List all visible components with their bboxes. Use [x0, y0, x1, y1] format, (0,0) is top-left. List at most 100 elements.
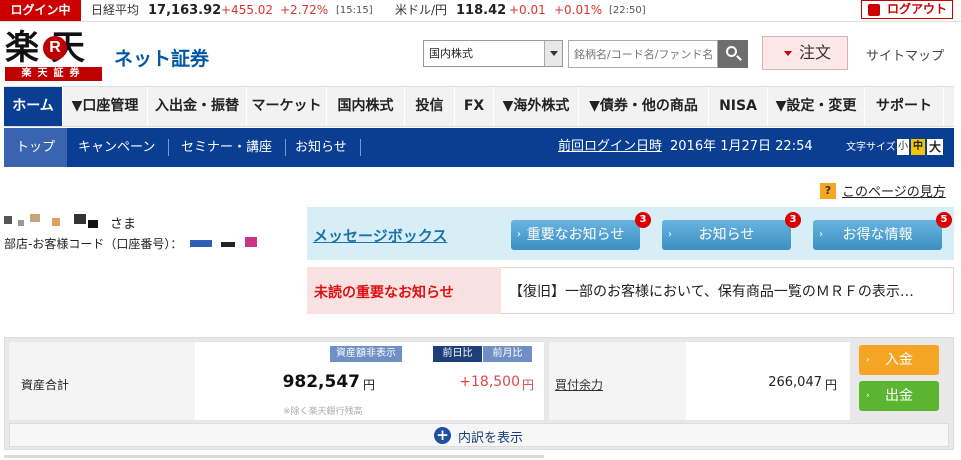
usdjpy-time: [22:50] [609, 5, 646, 16]
asset-total-unit: 円 [363, 378, 376, 392]
plus-circle-icon: + [434, 427, 451, 444]
rakuten-logo[interactable]: 楽 天 R 楽天証券 [5, 31, 103, 81]
user-honorific: さま [110, 217, 137, 232]
search-input[interactable] [568, 40, 718, 68]
mosaic-block [30, 214, 40, 222]
nav-domestic-stock[interactable]: 国内株式 [327, 87, 405, 126]
logo-subtitle: 楽天証券 [5, 67, 102, 81]
search-button[interactable] [718, 40, 748, 68]
unread-important-box: 未読の重要なお知らせ [307, 267, 501, 314]
font-size-large-button[interactable]: 大 [927, 139, 943, 155]
important-notice-label: 重要なお知らせ [526, 227, 625, 243]
nav-market[interactable]: マーケット [247, 87, 327, 126]
logout-icon [868, 4, 880, 16]
subnav-seminar[interactable]: セミナー・講座 [181, 128, 272, 167]
market-select-value: 国内株式 [429, 47, 473, 60]
asset-label-cell: 資産合計 [9, 342, 195, 420]
notice-button[interactable]: › お知らせ [662, 220, 791, 250]
nav-support[interactable]: サポート [865, 87, 944, 126]
usdjpy-label: 米ドル/円 [395, 3, 448, 17]
subnav-divider [285, 139, 286, 156]
unread-important-text[interactable]: 【復旧】一部のお客様において、保有商品一覧のＭＲＦの表示… [509, 281, 942, 301]
nikkei-time: [15:15] [336, 5, 373, 16]
nav-deposit[interactable]: 入出金・振替 [148, 87, 247, 126]
logout-button[interactable]: ログアウト [861, 0, 953, 19]
usdjpy-change: +0.01 [509, 3, 546, 17]
page-guide-link[interactable]: このページの見方 [842, 181, 946, 200]
last-login-value: 2016年 1月27日 22:54 [670, 139, 813, 154]
font-size-medium-button[interactable]: 中 [911, 139, 925, 155]
asset-change-value: +18,500 [459, 374, 520, 390]
nikkei-label: 日経平均 [91, 3, 140, 17]
withdraw-label: 出金 [885, 388, 913, 404]
notice-label: お知らせ [698, 227, 755, 243]
help-icon: ? [820, 183, 836, 199]
deals-button[interactable]: › お得な情報 [813, 220, 942, 250]
message-box-title-link[interactable]: メッセージボックス [313, 225, 447, 246]
service-name: ネット証券 [114, 48, 210, 70]
mosaic-block [74, 214, 86, 224]
nav-account[interactable]: ▼口座管理 [63, 87, 148, 126]
search-icon [726, 46, 737, 57]
nikkei-change-pct: +2.72% [280, 3, 329, 17]
deposit-label: 入金 [885, 352, 913, 368]
buying-power-value-cell: 266,047 円 [686, 342, 850, 420]
asset-total-value: 982,547 [282, 372, 360, 392]
nav-fund[interactable]: 投信 [405, 87, 455, 126]
sitemap-link[interactable]: サイトマップ [866, 45, 944, 64]
nav-bonds[interactable]: ▼債券・他の商品 [579, 87, 709, 126]
subnav-divider [168, 139, 169, 156]
chevron-right-icon: › [668, 229, 672, 240]
show-breakdown-label: 内訳を表示 [458, 431, 524, 446]
mosaic-block [88, 220, 98, 228]
font-size-small-button[interactable]: 小 [897, 139, 909, 155]
deposit-button[interactable]: › 入金 [859, 345, 939, 375]
nikkei-change: +455.02 [221, 3, 274, 17]
sub-nav: トップ キャンペーン セミナー・講座 お知らせ 前回ログイン日時 2016年 1… [4, 128, 954, 167]
chevron-right-icon: › [866, 355, 870, 365]
customer-code-masked [221, 242, 235, 247]
logo-r-icon: R [43, 36, 67, 60]
order-label: 注文 [798, 43, 831, 62]
chevron-right-icon: › [819, 229, 823, 240]
usdjpy-change-pct: +0.01% [554, 3, 603, 17]
deals-label: お得な情報 [842, 227, 913, 243]
unread-important-item[interactable]: 【復旧】一部のお客様において、保有商品一覧のＭＲＦの表示… [501, 267, 954, 314]
mosaic-block [52, 218, 60, 226]
nav-nisa[interactable]: NISA [709, 87, 768, 126]
withdraw-button[interactable]: › 出金 [859, 381, 939, 411]
unread-important-label: 未読の重要なお知らせ [314, 285, 454, 301]
nav-settings[interactable]: ▼設定・変更 [768, 87, 865, 126]
customer-code-label: 部店-お客様コード（口座番号）： [4, 237, 183, 251]
usdjpy-value: 118.42 [456, 3, 507, 18]
triangle-down-icon [784, 51, 792, 56]
buying-power-unit: 円 [825, 378, 838, 392]
chevron-right-icon: › [866, 391, 870, 401]
important-notice-button[interactable]: › 重要なお知らせ [511, 220, 640, 250]
bottom-divider [4, 455, 544, 458]
customer-code-masked [245, 237, 257, 247]
buying-power-link[interactable]: 買付余力 [555, 376, 603, 393]
market-select[interactable]: 国内株式 [423, 40, 563, 67]
nav-foreign-stock[interactable]: ▼海外株式 [494, 87, 579, 126]
nav-home[interactable]: ホーム [4, 87, 63, 126]
asset-note: ※除く楽天銀行残高 [283, 407, 363, 417]
message-box: メッセージボックス › 重要なお知らせ 3 › お知らせ 3 › お得な情報 5 [307, 207, 954, 260]
asset-total-label: 資産合計 [21, 378, 70, 392]
important-notice-count-badge: 3 [635, 212, 651, 228]
nav-fx[interactable]: FX [455, 87, 494, 126]
show-breakdown-button[interactable]: + 内訳を表示 [9, 423, 949, 447]
subnav-divider [360, 139, 361, 156]
buying-power-label-cell: 買付余力 [549, 342, 686, 420]
subnav-news[interactable]: お知らせ [295, 128, 347, 167]
notice-count-badge: 3 [785, 212, 801, 228]
asset-summary-panel: 資産合計 資産額非表示 前日比 前月比 982,547 円 +18,500 円 … [4, 337, 954, 450]
hide-asset-button[interactable]: 資産額非表示 [330, 346, 402, 362]
compare-month-tab[interactable]: 前月比 [483, 346, 532, 362]
compare-day-tab[interactable]: 前日比 [433, 346, 482, 362]
subnav-top[interactable]: トップ [4, 128, 67, 167]
customer-code-masked [190, 240, 212, 247]
last-login-link[interactable]: 前回ログイン日時 [558, 128, 662, 165]
subnav-campaign[interactable]: キャンペーン [78, 128, 155, 167]
order-button[interactable]: 注文 [762, 36, 848, 70]
